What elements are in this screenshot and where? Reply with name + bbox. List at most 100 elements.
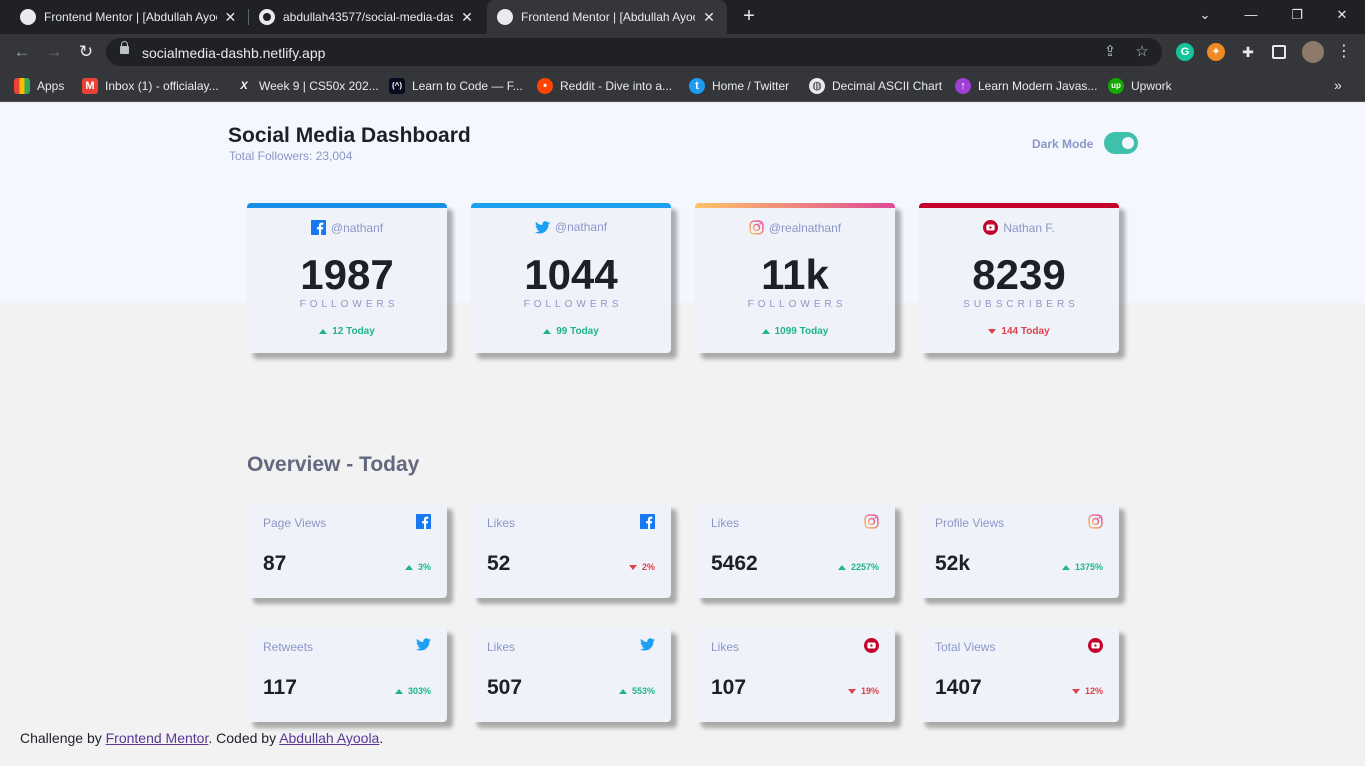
arrow-down-icon (1071, 688, 1080, 694)
page-title: Social Media Dashboard (228, 124, 471, 147)
tab-title: abdullah43577/social-media-dashboard (283, 10, 453, 24)
frontend-mentor-link[interactable]: Frontend Mentor (106, 730, 209, 746)
apps-icon (14, 78, 30, 94)
globe-icon (20, 9, 36, 25)
follower-card-youtube[interactable]: Nathan F. 8239 SUBSCRIBERS 144 Today (919, 203, 1119, 353)
dark-mode-toggle[interactable] (1104, 132, 1138, 154)
bookmark-javascript[interactable]: ↑ Learn Modern Javas... (955, 77, 1097, 95)
reddit-icon: • (537, 78, 553, 94)
puzzle-icon[interactable]: ✚ (1239, 43, 1257, 61)
arrow-up-icon (404, 564, 413, 570)
follower-count: 1044 (524, 251, 618, 298)
bookmarks-bar: Apps M Inbox (1) - officialay... X Week … (0, 70, 1365, 102)
percent-change: 2257% (837, 562, 879, 572)
youtube-icon (1088, 638, 1103, 653)
browser-tab-2[interactable]: abdullah43577/social-media-dashboard ✕ (249, 0, 487, 34)
overview-label: Profile Views (935, 516, 1005, 530)
share-icon[interactable]: ⇪ (1100, 42, 1120, 62)
bookmark-reddit[interactable]: • Reddit - Dive into a... (537, 77, 672, 95)
overview-label: Likes (711, 516, 740, 530)
author-link[interactable]: Abdullah Ayoola (279, 730, 379, 746)
overview-label: Likes (487, 516, 516, 530)
close-window-button[interactable]: ✕ (1319, 0, 1365, 30)
overview-card-instagram-profile-views[interactable]: Profile Views 52k 1375% (919, 503, 1119, 598)
close-icon[interactable]: ✕ (223, 9, 238, 26)
overview-card-twitter-retweets[interactable]: Retweets 117 303% (247, 627, 447, 722)
browser-tab-3-active[interactable]: Frontend Mentor | [Abdullah Ayoola] ✕ (487, 0, 727, 34)
close-icon[interactable]: ✕ (701, 9, 717, 26)
side-panel-icon[interactable] (1272, 45, 1286, 59)
overview-card-twitter-likes[interactable]: Likes 507 553% (471, 627, 671, 722)
overview-value: 87 (263, 552, 287, 575)
overview-card-youtube-total-views[interactable]: Total Views 1407 12% (919, 627, 1119, 722)
restore-button[interactable]: ❐ (1274, 0, 1320, 30)
bookmark-freecodecamp[interactable]: (^) Learn to Code — F... (389, 77, 523, 95)
header-background (0, 103, 1365, 303)
bookmark-label: Inbox (1) - officialay... (105, 79, 219, 93)
delta-text: 144 Today (1001, 326, 1050, 337)
overview-card-facebook-page-views[interactable]: Page Views 87 3% (247, 503, 447, 598)
avatar[interactable] (1302, 41, 1324, 63)
arrow-up-icon (837, 564, 846, 570)
new-tab-button[interactable]: + (737, 5, 761, 29)
percent-text: 12% (1084, 686, 1103, 696)
page: Social Media Dashboard Total Followers: … (0, 103, 1365, 766)
tab-title: Frontend Mentor | [Abdullah Ayoola] (521, 10, 695, 24)
card-handle: @realnathanf (695, 220, 895, 235)
overview-value: 107 (711, 676, 747, 699)
twitter-icon (640, 638, 655, 651)
tab-search-button[interactable]: ⌄ (1182, 0, 1228, 30)
percent-change: 19% (847, 686, 879, 696)
follower-card-facebook[interactable]: @nathanf 1987 FOLLOWERS 12 Today (247, 203, 447, 353)
percent-text: 2257% (850, 562, 879, 572)
bookmark-upwork[interactable]: up Upwork (1108, 77, 1172, 95)
chevron-right-icon[interactable]: » (1334, 77, 1342, 93)
arrow-up-icon (618, 688, 627, 694)
tab-title: Frontend Mentor | [Abdullah Ayoola] (44, 10, 217, 24)
bookmark-label: Decimal ASCII Chart (832, 79, 943, 93)
minimize-button[interactable]: — (1228, 0, 1274, 30)
grammarly-icon[interactable]: G (1176, 43, 1194, 61)
reload-button[interactable]: ↻ (74, 40, 98, 64)
accent-bar (471, 203, 671, 208)
delta-text: 99 Today (556, 326, 599, 337)
overview-value: 52k (935, 552, 971, 575)
bookmark-twitter[interactable]: t Home / Twitter (689, 77, 789, 95)
overview-title: Overview - Today (247, 453, 420, 476)
bookmark-inbox[interactable]: M Inbox (1) - officialay... (82, 77, 219, 95)
extension-orange-icon[interactable]: ✦ (1207, 43, 1225, 61)
today-delta: 144 Today (919, 326, 1119, 337)
menu-icon[interactable]: ⋮ (1334, 40, 1354, 64)
follower-count: 11k (761, 251, 829, 298)
overview-label: Likes (711, 640, 740, 654)
facebook-icon (640, 514, 655, 529)
arrow-down-icon (988, 329, 997, 334)
dark-mode-label: Dark Mode (1032, 137, 1094, 151)
youtube-icon (983, 220, 999, 235)
address-bar[interactable]: socialmedia-dashb.netlify.app ⇪ ☆ (106, 38, 1162, 66)
bookmark-label: Apps (37, 79, 65, 93)
facebook-icon (310, 220, 326, 235)
handle-text: @nathanf (554, 220, 608, 234)
arrow-up-icon (319, 329, 328, 334)
bookmark-ascii[interactable]: ◍ Decimal ASCII Chart (809, 77, 942, 95)
follower-card-instagram[interactable]: @realnathanf 11k FOLLOWERS 1099 Today (695, 203, 895, 353)
follower-unit: FOLLOWERS (747, 299, 847, 310)
browser-tab-1[interactable]: Frontend Mentor | [Abdullah Ayoola] ✕ (0, 0, 248, 34)
overview-card-facebook-likes[interactable]: Likes 52 2% (471, 503, 671, 598)
instagram-icon (1088, 514, 1103, 529)
bookmark-apps[interactable]: Apps (14, 77, 64, 95)
back-button[interactable]: ← (10, 40, 34, 64)
overview-card-instagram-likes[interactable]: Likes 5462 2257% (695, 503, 895, 598)
overview-card-youtube-likes[interactable]: Likes 107 19% (695, 627, 895, 722)
bookmark-cs50[interactable]: X Week 9 | CS50x 202... (236, 77, 378, 95)
tab-strip: Frontend Mentor | [Abdullah Ayoola] ✕ ab… (0, 0, 1365, 34)
close-icon[interactable]: ✕ (459, 9, 475, 26)
delta-text: 12 Today (332, 326, 375, 337)
follower-card-twitter[interactable]: @nathanf 1044 FOLLOWERS 99 Today (471, 203, 671, 353)
follower-unit: FOLLOWERS (523, 299, 623, 310)
accent-bar (919, 203, 1119, 208)
star-icon[interactable]: ☆ (1132, 42, 1152, 62)
forward-button[interactable]: → (42, 40, 66, 64)
arrow-down-icon (628, 564, 637, 570)
